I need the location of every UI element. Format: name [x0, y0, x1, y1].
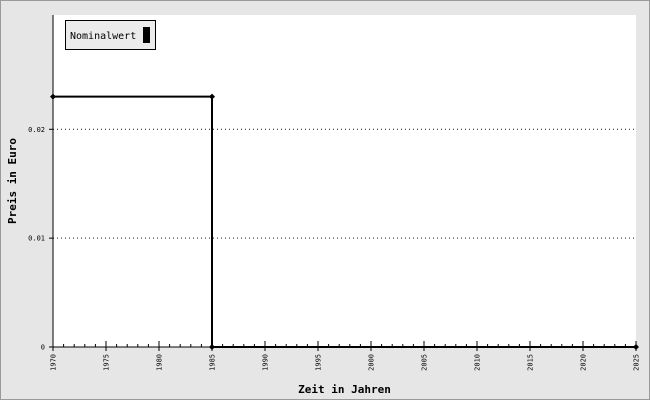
y-tick-label: 0.02 — [28, 126, 45, 134]
y-tick-label: 0.01 — [28, 235, 45, 243]
y-axis-title: Preis in Euro — [6, 138, 19, 224]
x-tick-label: 2025 — [633, 354, 641, 371]
y-axis-ticks: 0 0.01 0.02 — [28, 126, 53, 352]
x-tick-label: 2010 — [474, 354, 482, 371]
x-axis-title: Zeit in Jahren — [298, 383, 391, 396]
x-tick-label: 1970 — [50, 354, 58, 371]
x-tick-label: 1990 — [262, 354, 270, 371]
legend: Nominalwert — [65, 20, 156, 50]
plot-area — [53, 15, 636, 347]
legend-label: Nominalwert — [70, 31, 136, 42]
chart-svg: 1970 1975 1980 1985 1990 1995 2000 2005 2010 2015… — [6, 15, 641, 396]
x-tick-label: 1985 — [209, 354, 217, 371]
x-tick-label: 2000 — [368, 354, 376, 371]
x-tick-label: 1975 — [103, 354, 111, 371]
legend-swatch — [143, 27, 150, 43]
x-tick-label: 2015 — [527, 354, 535, 371]
x-tick-label: 2020 — [580, 354, 588, 371]
x-tick-label: 1995 — [315, 354, 323, 371]
y-tick-label: 0 — [41, 344, 45, 352]
x-tick-label: 2005 — [421, 354, 429, 371]
x-tick-label: 1980 — [156, 354, 164, 371]
